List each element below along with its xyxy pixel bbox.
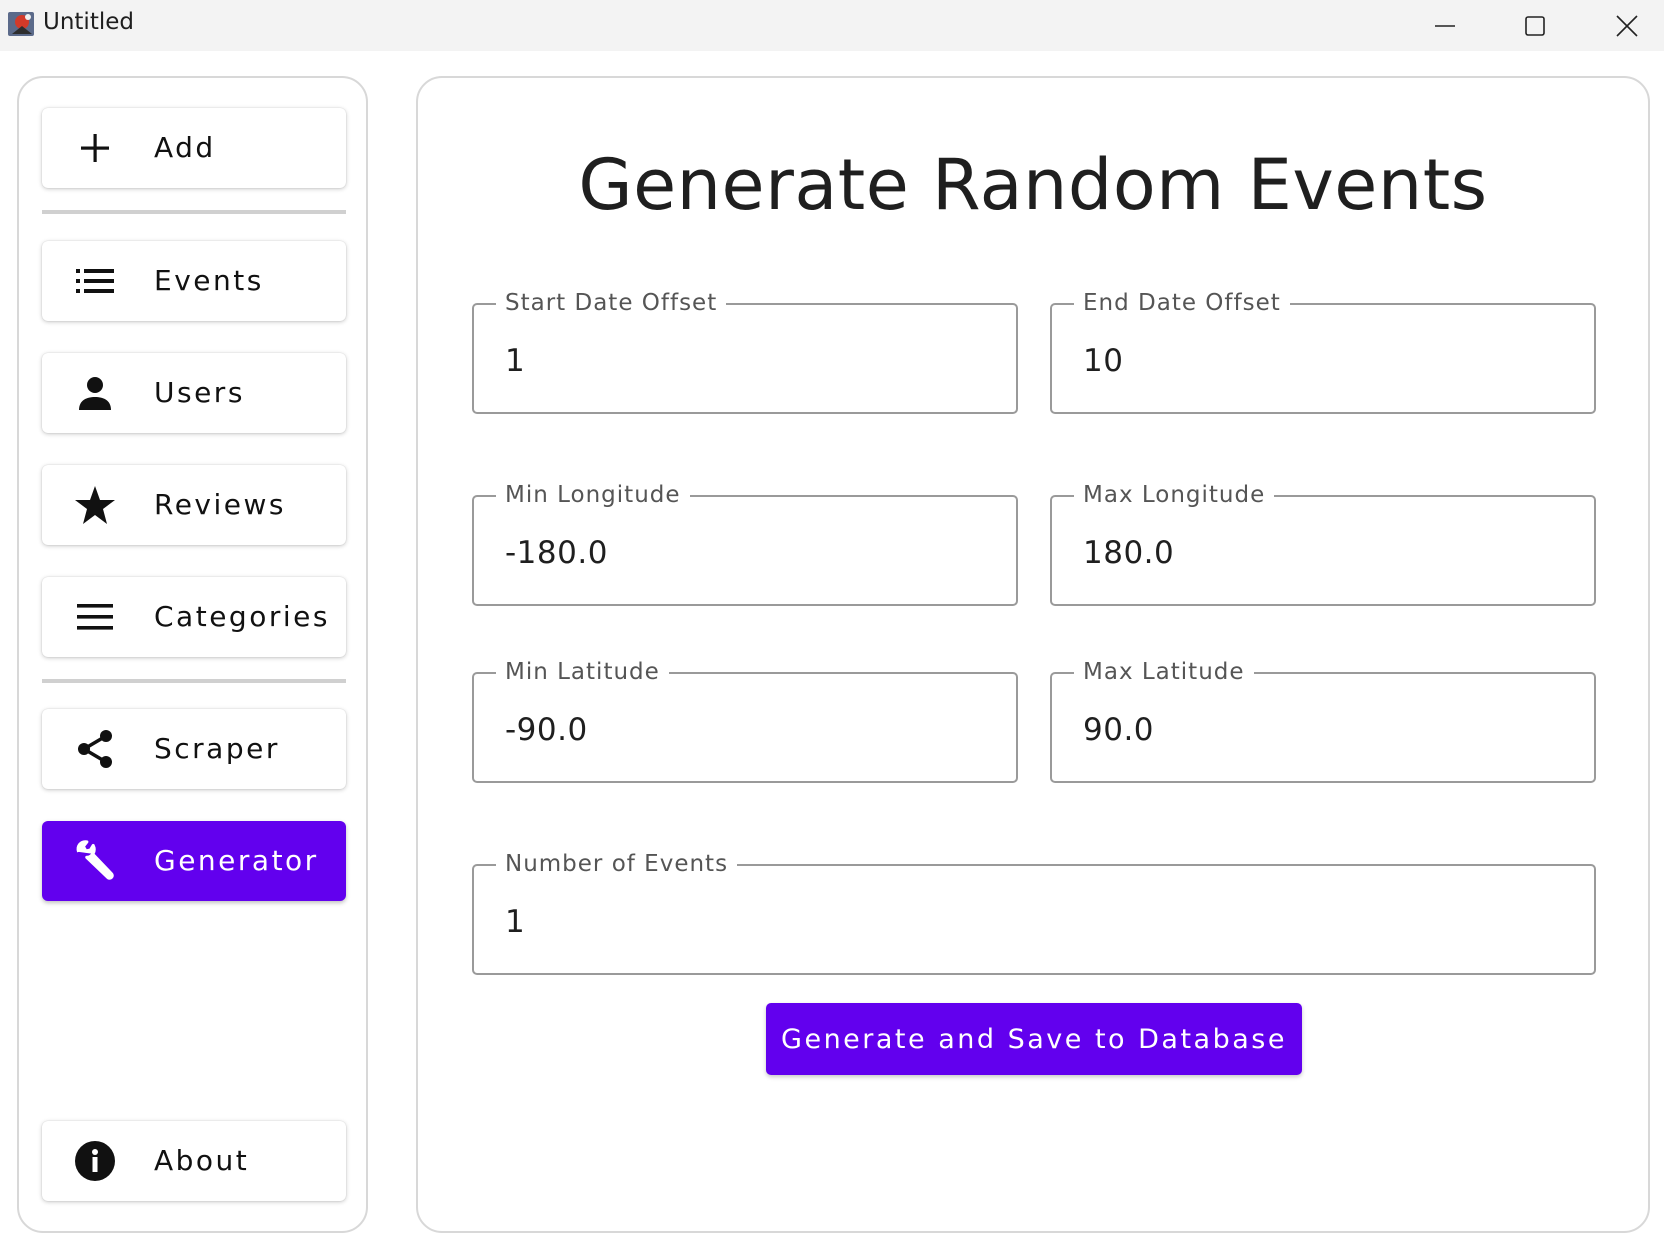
title-bar: Untitled — [0, 0, 1664, 51]
page-title: Generate Random Events — [578, 144, 1488, 226]
min-longitude-field: Min Longitude — [472, 482, 1018, 606]
field-label: Max Latitude — [1074, 659, 1254, 685]
maximize-icon — [1524, 15, 1546, 37]
field-label: Number of Events — [496, 851, 738, 877]
sidebar-item-reviews[interactable]: Reviews — [42, 465, 346, 545]
info-icon — [75, 1141, 115, 1181]
maximize-button[interactable] — [1490, 0, 1580, 51]
sidebar-divider — [42, 679, 346, 683]
number-of-events-input[interactable] — [505, 900, 1565, 944]
sidebar-item-categories[interactable]: Categories — [42, 577, 346, 657]
star-icon — [75, 486, 115, 524]
min-longitude-input[interactable] — [505, 531, 987, 575]
sidebar-item-label: Scraper — [154, 732, 280, 765]
field-label: Min Latitude — [496, 659, 669, 685]
max-longitude-field: Max Longitude — [1050, 482, 1596, 606]
sidebar-item-label: Reviews — [154, 488, 286, 521]
start-date-offset-input[interactable] — [505, 339, 987, 383]
max-latitude-input[interactable] — [1083, 708, 1565, 752]
sidebar-item-label: Add — [154, 131, 216, 164]
min-latitude-input[interactable] — [505, 708, 987, 752]
share-icon — [75, 730, 115, 768]
sidebar-item-label: Generator — [154, 844, 319, 877]
window-title: Untitled — [43, 9, 134, 35]
close-button[interactable] — [1582, 0, 1664, 51]
field-label: Max Longitude — [1074, 482, 1275, 508]
person-icon — [75, 375, 115, 411]
field-label: End Date Offset — [1074, 290, 1290, 316]
wrench-icon — [75, 840, 115, 880]
sidebar-item-add[interactable]: Add — [42, 108, 346, 188]
sidebar-item-generator[interactable]: Generator — [42, 821, 346, 901]
list-icon — [75, 263, 115, 299]
sidebar-item-events[interactable]: Events — [42, 241, 346, 321]
java-app-icon — [6, 8, 38, 40]
max-longitude-input[interactable] — [1083, 531, 1565, 575]
plus-icon — [75, 130, 115, 166]
min-latitude-field: Min Latitude — [472, 659, 1018, 783]
sidebar-item-about[interactable]: About — [42, 1121, 346, 1201]
sidebar-item-scraper[interactable]: Scraper — [42, 709, 346, 789]
sidebar-item-label: Events — [154, 264, 264, 297]
generate-and-save-button[interactable]: Generate and Save to Database — [766, 1003, 1302, 1075]
sidebar-divider — [42, 210, 346, 214]
sidebar-item-label: About — [154, 1144, 250, 1177]
end-date-offset-field: End Date Offset — [1050, 290, 1596, 414]
sidebar: Add Events Users Reviews Categories Scra… — [17, 76, 368, 1233]
max-latitude-field: Max Latitude — [1050, 659, 1596, 783]
start-date-offset-field: Start Date Offset — [472, 290, 1018, 414]
generator-panel: Generate Random Events Start Date Offset… — [416, 76, 1650, 1233]
sidebar-item-label: Users — [154, 376, 245, 409]
sidebar-item-label: Categories — [154, 600, 330, 633]
menu-icon — [75, 599, 115, 635]
end-date-offset-input[interactable] — [1083, 339, 1565, 383]
sidebar-item-users[interactable]: Users — [42, 353, 346, 433]
close-icon — [1615, 14, 1639, 38]
number-of-events-field: Number of Events — [472, 851, 1596, 975]
minimize-button[interactable] — [1400, 0, 1490, 51]
field-label: Start Date Offset — [496, 290, 727, 316]
field-label: Min Longitude — [496, 482, 690, 508]
minimize-icon — [1434, 15, 1456, 37]
